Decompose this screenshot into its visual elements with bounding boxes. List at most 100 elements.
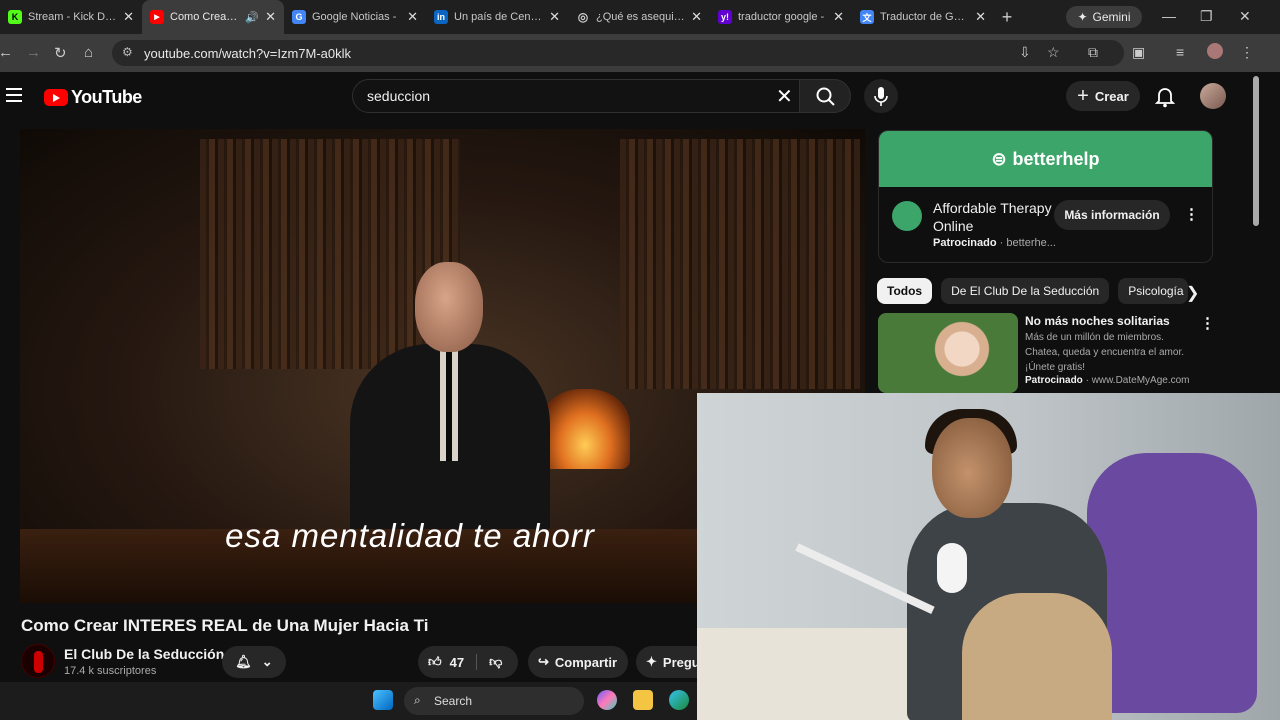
close-tab-icon[interactable]: ✕: [549, 9, 560, 25]
share-arrow-icon: ↪: [538, 654, 549, 669]
taskbar-search[interactable]: ⌕ Search: [404, 687, 584, 715]
site-info-icon[interactable]: ⚙: [122, 45, 133, 59]
webcam-microphone: [937, 543, 967, 593]
page-scrollbar[interactable]: [1253, 76, 1259, 226]
minimize-icon[interactable]: —: [1162, 8, 1176, 24]
webcam-gaming-chair: [1087, 453, 1257, 713]
close-tab-icon[interactable]: ✕: [123, 9, 134, 25]
channel-avatar[interactable]: [21, 644, 55, 678]
ad-banner[interactable]: ⊜ betterhelp: [879, 131, 1212, 187]
google-news-favicon-icon: G: [292, 10, 306, 24]
voice-search-button[interactable]: [864, 79, 898, 113]
home-icon[interactable]: ⌂: [84, 44, 93, 61]
chip-todos[interactable]: Todos: [877, 278, 933, 304]
hamburger-menu-icon[interactable]: [6, 88, 22, 106]
chevron-right-icon[interactable]: ❯: [1186, 283, 1199, 303]
ad-brand: betterhelp: [1012, 148, 1100, 169]
bookmark-star-icon[interactable]: ☆: [1047, 44, 1060, 61]
ad-domain: betterhe...: [1006, 237, 1056, 249]
search-icon: ⌕: [414, 693, 421, 707]
recommendation-title[interactable]: No más noches solitarias: [1025, 314, 1170, 328]
ad-title: Affordable Therapy Online: [933, 200, 1052, 234]
back-icon[interactable]: ←: [0, 44, 13, 61]
like-dislike-group: 👍︎ 47 👎︎: [418, 646, 518, 678]
channel-name[interactable]: El Club De la Seducción: [64, 646, 224, 662]
ad-sponsored-label: Patrocinado: [933, 237, 997, 249]
webcam-desk: [697, 628, 927, 720]
presenter-head: [415, 262, 483, 352]
edge-browser-icon[interactable]: [669, 690, 689, 710]
tab-google-translate[interactable]: 文 Traductor de Goog ✕: [852, 0, 994, 34]
sponsored-ad-card[interactable]: ⊜ betterhelp Affordable Therapy Online P…: [878, 130, 1213, 263]
close-tab-icon[interactable]: ✕: [833, 9, 844, 25]
ask-button[interactable]: ✦ Pregu: [636, 646, 700, 678]
betterhelp-logo-icon: ⊜: [991, 148, 1007, 169]
tab-linkedin[interactable]: in Un país de Centro ✕: [426, 0, 568, 34]
close-tab-icon[interactable]: ✕: [265, 9, 276, 25]
ad-more-info-button[interactable]: Más información: [1054, 200, 1170, 230]
tab-kick[interactable]: K Stream - Kick Dash ✕: [0, 0, 142, 34]
tab-yahoo-traductor[interactable]: y! traductor google - ✕: [710, 0, 852, 34]
subscription-bell-button[interactable]: 🔔︎ ⌄: [222, 646, 286, 678]
close-tab-icon[interactable]: ✕: [691, 9, 702, 25]
search-button[interactable]: [799, 79, 851, 113]
share-button[interactable]: ↪ Compartir: [528, 646, 628, 678]
recommendation-sponsored-label: Patrocinado: [1025, 375, 1083, 386]
close-tab-icon[interactable]: ✕: [975, 9, 986, 25]
windows-start-icon[interactable]: [373, 690, 393, 710]
youtube-play-icon: [44, 89, 68, 106]
file-explorer-icon[interactable]: [633, 690, 653, 710]
video-subtitle: esa mentalidad te ahorr: [225, 517, 595, 554]
chip-psicologia[interactable]: Psicología: [1118, 278, 1189, 304]
clear-search-icon[interactable]: ✕: [776, 84, 793, 109]
logo-text: YouTube: [71, 87, 142, 107]
profile-avatar-icon[interactable]: [1207, 43, 1223, 59]
video-title: Como Crear INTERES REAL de Una Mujer Hac…: [21, 616, 429, 635]
chip-channel[interactable]: De El Club De la Seducción: [941, 278, 1110, 304]
linkedin-favicon-icon: in: [434, 10, 448, 24]
more-menu-icon[interactable]: ⋮: [1240, 44, 1254, 61]
new-tab-button[interactable]: +: [994, 7, 1020, 28]
sparkle-icon: ✦: [646, 654, 657, 669]
url-bar[interactable]: ⚙ youtube.com/watch?v=Izm7M-a0klk: [112, 40, 1124, 66]
close-tab-icon[interactable]: ✕: [407, 9, 418, 25]
bell-icon: [1154, 88, 1176, 108]
extensions-icon[interactable]: ⧉: [1088, 44, 1098, 61]
recommendation-meta: Patrocinado · www.DateMyAge.com: [1025, 375, 1190, 386]
recommendation-thumbnail[interactable]: [878, 313, 1018, 393]
fireplace: [540, 389, 630, 469]
like-button[interactable]: 👍︎ 47: [428, 654, 464, 670]
split-view-icon[interactable]: ▣: [1132, 44, 1145, 61]
restore-icon[interactable]: ❐: [1200, 8, 1213, 25]
create-label: Crear: [1094, 88, 1129, 104]
youtube-logo[interactable]: YouTube: [44, 87, 142, 108]
forward-icon[interactable]: →: [26, 44, 41, 61]
windows-taskbar: [0, 682, 697, 720]
audio-playing-icon[interactable]: 🔊: [245, 11, 259, 24]
recommendation-more-options-icon[interactable]: ⋮: [1200, 314, 1215, 332]
thumbs-up-icon: 👍︎: [428, 654, 442, 669]
gemini-button[interactable]: ✦ Gemini: [1066, 6, 1142, 28]
tab-asequibilidad[interactable]: ◎ ¿Qué es asequibilid ✕: [568, 0, 710, 34]
copilot-icon[interactable]: [597, 690, 617, 710]
ad-advertiser-logo: [892, 201, 922, 231]
dislike-button[interactable]: 👎︎: [476, 654, 502, 670]
webcam-streamer-head: [932, 418, 1012, 518]
tab-title: Traductor de Goog: [880, 11, 970, 23]
tab-title: ¿Qué es asequibilid: [596, 11, 686, 23]
tab-title: Google Noticias -: [312, 11, 397, 23]
create-button[interactable]: + Crear: [1066, 81, 1140, 111]
install-app-icon[interactable]: ⇩: [1019, 44, 1031, 61]
thumbs-down-icon: 👎︎: [489, 654, 503, 669]
tab-youtube-active[interactable]: ▶ Como Crear IN 🔊 ✕: [142, 0, 284, 34]
search-input[interactable]: seduccion: [352, 79, 800, 113]
media-controls-icon[interactable]: ≡: [1176, 44, 1184, 60]
account-avatar[interactable]: [1200, 83, 1226, 109]
youtube-favicon-icon: ▶: [150, 10, 164, 24]
notifications-button[interactable]: [1154, 84, 1176, 113]
tab-google-news[interactable]: G Google Noticias - ✕: [284, 0, 426, 34]
close-window-icon[interactable]: ✕: [1239, 8, 1251, 25]
reload-icon[interactable]: ↻: [54, 44, 67, 62]
ad-more-options-icon[interactable]: ⋮: [1184, 205, 1199, 223]
search-value: seduccion: [367, 88, 431, 104]
